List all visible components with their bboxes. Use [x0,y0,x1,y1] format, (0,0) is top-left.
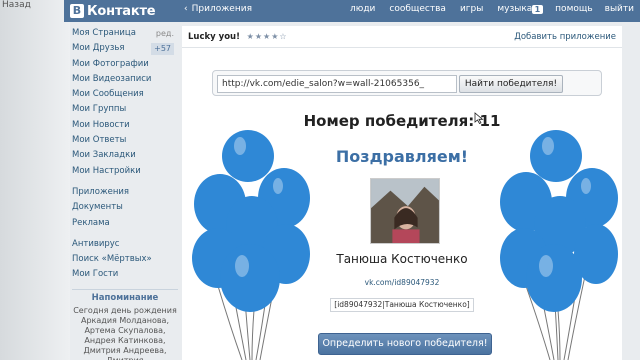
add-app-link[interactable]: Добавить приложение [514,32,616,42]
birthday-reminder: Напоминание Сегодня день рождения Аркади… [72,288,178,360]
nav-music[interactable]: музыка [497,4,532,14]
vk-logo[interactable]: В Контакте [70,2,156,20]
sidebar-item-label: Реклама [72,217,110,228]
sidebar-item-guests[interactable]: Мои Гости [72,267,178,282]
sidebar-item-messages[interactable]: Мои Сообщения [72,87,178,102]
sidebar-item-label: Антивирус [72,238,120,249]
reminder-title: Напоминание [91,292,159,303]
logo-text: Контакте [87,3,156,19]
balloons-left-image [192,130,310,360]
sidebar-item-label: Приложения [72,186,130,197]
top-nav: люди сообщества игры музыка [350,4,532,14]
sidebar-item-label: Мои Закладки [72,150,136,161]
nav-games[interactable]: игры [460,4,483,14]
top-header: В Контакте ‹ Приложения люди сообщества … [64,0,640,22]
sidebar-item-label: Мои Гости [72,269,119,280]
sidebar-item-label: Мои Фотографии [72,58,149,69]
friends-count-badge: +57 [151,43,174,56]
app-frame: Lucky you! ★★★★☆ Добавить приложение Най… [182,26,622,360]
edit-link[interactable]: ред. [156,26,174,41]
sidebar-item-label: Мои Настройки [72,165,141,176]
balloons-right-image [500,130,618,360]
sidebar-item-my-page[interactable]: Моя Страница ред. [72,26,178,41]
help-link[interactable]: помощь [555,4,592,14]
logo-icon: В [70,4,84,18]
back-button[interactable]: Назад [2,0,31,10]
sidebar-item-news[interactable]: Мои Новости [72,118,178,133]
sidebar-item-label: Мои Ответы [72,135,127,146]
sidebar-item-bookmarks[interactable]: Мои Закладки [72,148,178,163]
post-url-input[interactable] [217,75,457,93]
top-right-links: 1 помощь выйти [531,4,634,14]
reminder-text[interactable]: Сегодня день рождения Аркадия Молданова,… [72,306,178,360]
sidebar: Моя Страница ред. Мои Друзья +57 Мои Фотог… [72,26,178,360]
search-panel: Найти победителя! [212,70,602,96]
winner-bbcode-field[interactable]: [id89047932|Танюша Костюченко] [330,298,474,312]
sidebar-item-videos[interactable]: Мои Видеозаписи [72,72,178,87]
sidebar-item-friends[interactable]: Мои Друзья +57 [72,41,178,56]
sidebar-item-label: Моя Страница [72,28,136,38]
sidebar-item-label: Мои Видеозаписи [72,73,152,84]
app-name[interactable]: Lucky you! [188,32,240,42]
sidebar-item-answers[interactable]: Мои Ответы [72,133,178,148]
sidebar-item-antivirus[interactable]: Антивирус [72,237,178,252]
sidebar-item-label: Мои Друзья [72,43,125,54]
breadcrumb[interactable]: ‹ Приложения [184,4,252,14]
chevron-left-icon: ‹ [184,4,188,14]
winner-avatar[interactable] [370,178,440,244]
breadcrumb-label[interactable]: Приложения [192,4,252,14]
notification-badge[interactable]: 1 [531,4,544,14]
sidebar-item-ads[interactable]: Реклама [72,216,178,231]
nav-communities[interactable]: сообщества [389,4,446,14]
rating-stars-icon: ★★★★☆ [246,31,288,41]
browser-strip: Назад [0,0,70,360]
sidebar-item-label: Мои Группы [72,104,127,115]
sidebar-item-settings[interactable]: Мои Настройки [72,164,178,179]
sidebar-item-groups[interactable]: Мои Группы [72,102,178,117]
sidebar-item-documents[interactable]: Документы [72,200,178,215]
nav-people[interactable]: люди [350,4,375,14]
new-winner-button[interactable]: Определить нового победителя! [318,333,492,355]
sidebar-item-label: Поиск «Мёртвых» [72,254,152,265]
sidebar-item-label: Мои Новости [72,119,130,130]
sidebar-item-apps[interactable]: Приложения [72,185,178,200]
find-winner-button[interactable]: Найти победителя! [459,75,563,93]
sidebar-item-dead-search[interactable]: Поиск «Мёртвых» [72,252,178,267]
app-header: Lucky you! ★★★★☆ Добавить приложение [182,26,622,48]
sidebar-item-label: Документы [72,202,123,213]
sidebar-item-photos[interactable]: Мои Фотографии [72,57,178,72]
sidebar-item-label: Мои Сообщения [72,89,144,100]
logout-link[interactable]: выйти [605,4,634,14]
